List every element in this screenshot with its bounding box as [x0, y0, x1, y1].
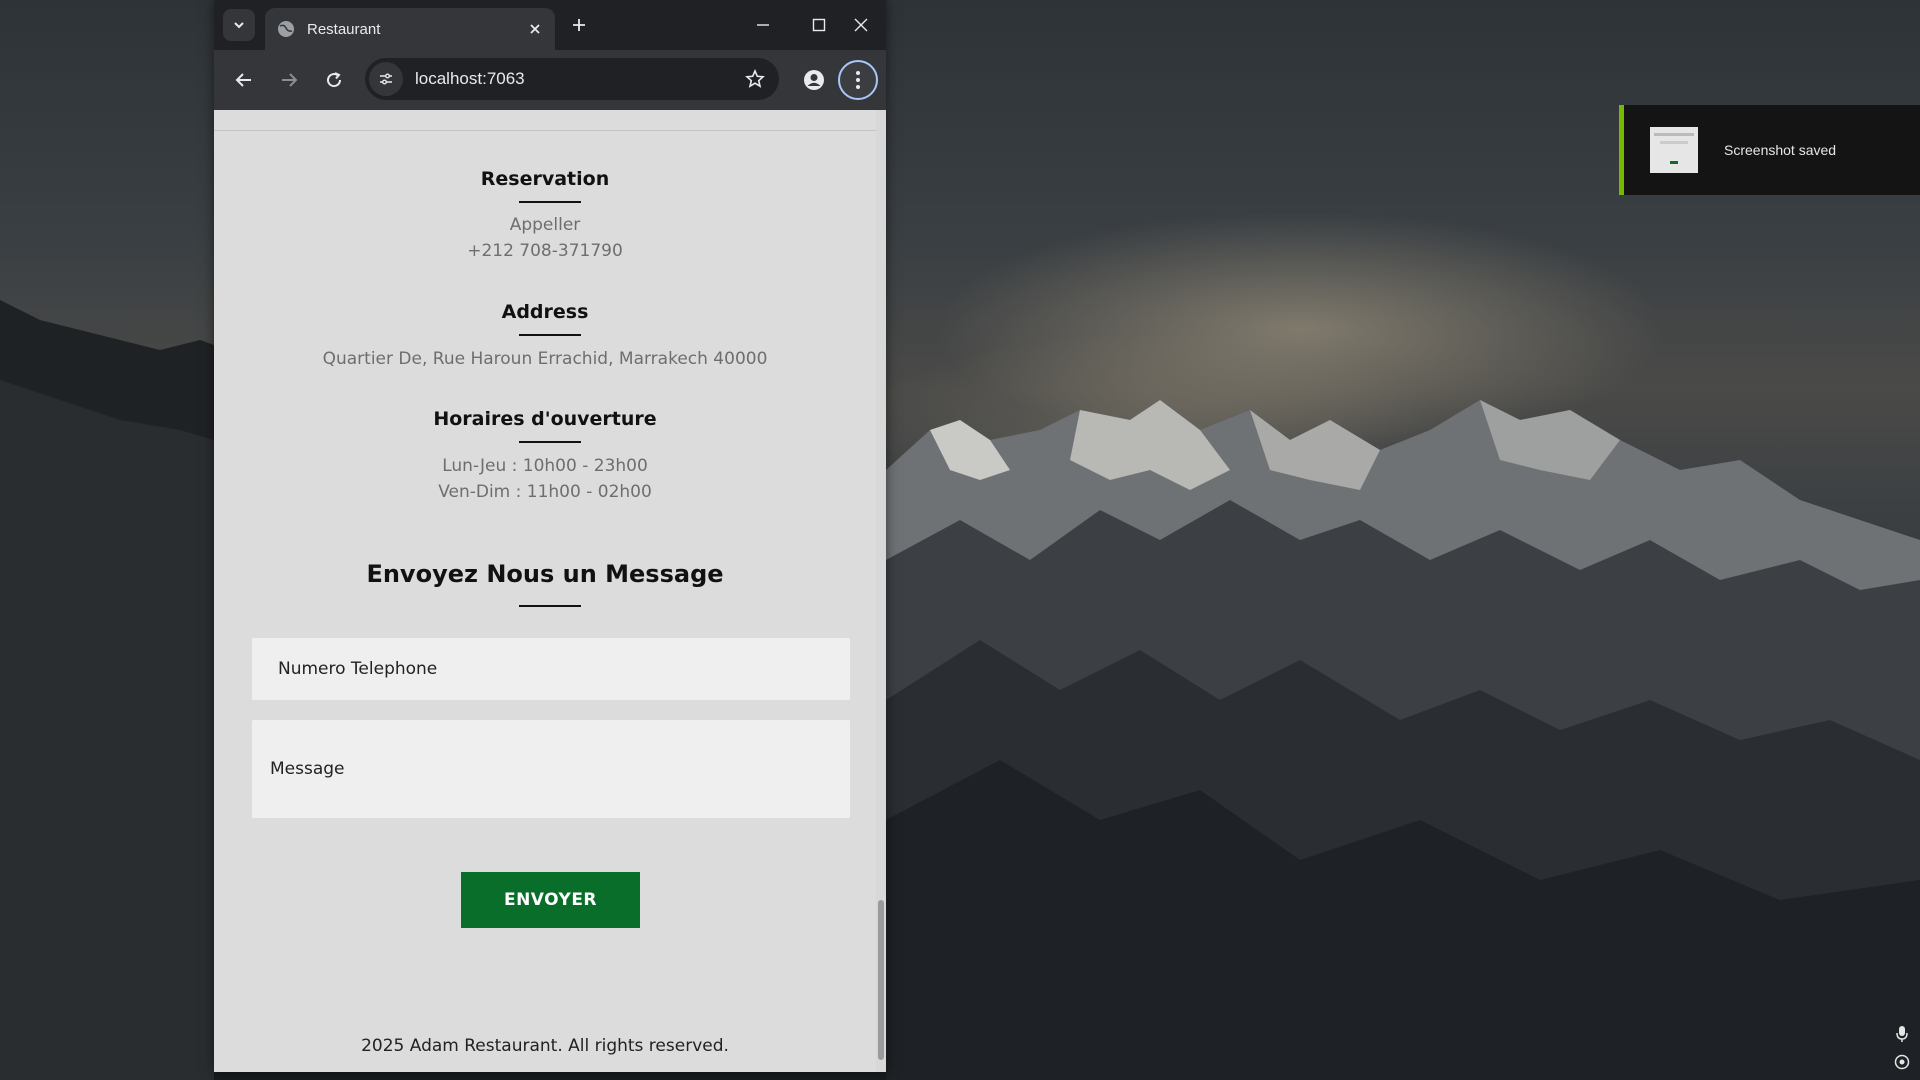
heading-underline — [519, 605, 581, 607]
reservation-phone: +212 708-371790 — [467, 241, 623, 261]
scrollbar-thumb[interactable] — [878, 900, 884, 1060]
send-button[interactable]: ENVOYER — [461, 872, 640, 928]
reload-icon — [327, 72, 342, 88]
arrow-right-icon — [282, 73, 298, 87]
reservation-heading: Reservation — [480, 168, 610, 190]
tab-restaurant[interactable]: Restaurant — [265, 8, 555, 50]
new-tab-button[interactable] — [566, 12, 592, 38]
plus-icon — [573, 19, 585, 31]
tab-search-button[interactable] — [223, 9, 255, 41]
profile-button[interactable] — [798, 64, 830, 96]
hours-heading: Horaires d'ouverture — [433, 408, 657, 430]
forward-button[interactable] — [273, 64, 305, 96]
reservation-label: Appeller — [509, 215, 581, 235]
heading-underline — [519, 334, 581, 336]
chevron-down-icon — [234, 22, 244, 29]
heading-underline — [519, 201, 581, 203]
site-info-icon[interactable] — [369, 62, 403, 96]
back-button[interactable] — [228, 64, 260, 96]
record-icon[interactable] — [1892, 1052, 1912, 1072]
address-heading: Address — [501, 301, 589, 323]
screenshot-thumbnail — [1650, 127, 1698, 173]
maximize-button[interactable] — [799, 8, 839, 42]
screenshot-notification[interactable]: Screenshot saved — [1619, 105, 1920, 195]
close-tab-icon[interactable] — [523, 17, 547, 41]
tab-strip: Restaurant — [214, 0, 886, 50]
close-window-button[interactable] — [841, 8, 881, 42]
browser-menu-button[interactable] — [838, 60, 878, 100]
hours-weekend: Ven-Dim : 11h00 - 02h00 — [438, 482, 652, 502]
reload-button[interactable] — [318, 64, 350, 96]
page-viewport[interactable]: Reservation Appeller +212 708-371790 Add… — [214, 110, 886, 1072]
minimize-icon — [757, 24, 769, 26]
microphone-icon[interactable] — [1892, 1024, 1912, 1044]
footer-copyright: 2025 Adam Restaurant. All rights reserve… — [361, 1036, 729, 1056]
browser-window: Restaurant localhost:7063 Reservation Ap… — [214, 0, 886, 1072]
phone-input[interactable]: Numero Telephone — [252, 638, 850, 700]
url-text: localhost:7063 — [415, 69, 525, 88]
arrow-left-icon — [235, 73, 251, 87]
notification-text: Screenshot saved — [1724, 142, 1837, 158]
more-vertical-icon — [856, 71, 860, 89]
maximize-icon — [812, 18, 826, 32]
address-bar[interactable]: localhost:7063 — [365, 58, 779, 100]
bookmark-star-icon[interactable] — [739, 63, 771, 95]
hours-weekday: Lun-Jeu : 10h00 - 23h00 — [442, 456, 648, 476]
profile-icon — [804, 70, 824, 90]
minimize-button[interactable] — [743, 8, 783, 42]
browser-toolbar: localhost:7063 — [214, 50, 886, 110]
close-icon — [854, 18, 868, 32]
globe-icon — [277, 20, 295, 38]
address-text: Quartier De, Rue Haroun Errachid, Marrak… — [322, 349, 768, 369]
divider — [214, 130, 876, 131]
message-form-title: Envoyez Nous un Message — [366, 560, 724, 588]
heading-underline — [519, 441, 581, 443]
tab-title: Restaurant — [307, 20, 381, 38]
message-textarea[interactable]: Message — [252, 720, 850, 818]
